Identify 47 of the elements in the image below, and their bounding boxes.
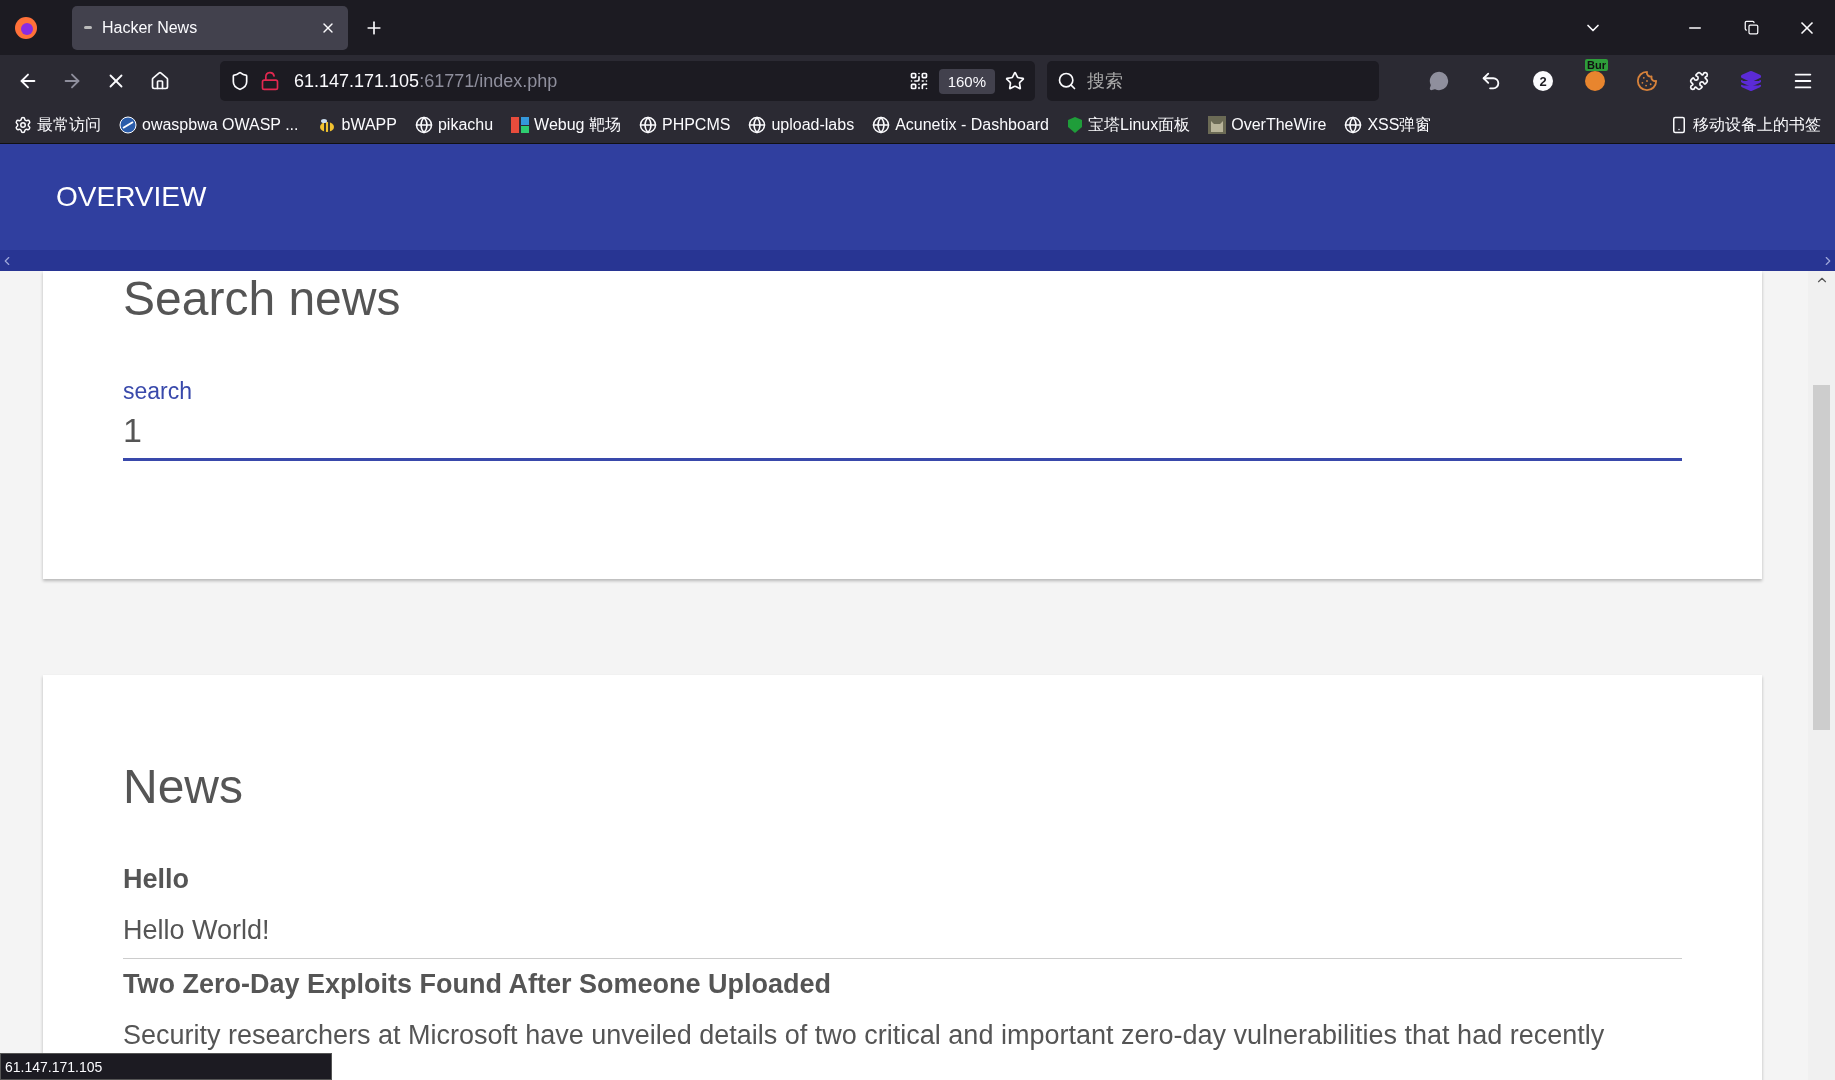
browser-tab[interactable]: Hacker News [72,5,348,50]
qr-code-icon[interactable] [908,71,929,91]
card-title: Search news [123,271,402,326]
status-bar: 61.147.171.105 [0,1053,332,1080]
globe-icon [872,116,891,134]
globe-icon [638,116,657,134]
mobile-bookmarks[interactable]: 移动设备上的书签 [1670,114,1821,136]
bookmark[interactable]: PHPCMS [638,116,731,134]
circle-logo-icon [119,116,137,134]
header-title: OVERVIEW [56,181,207,213]
bookmark[interactable]: Webug 靶场 [511,114,621,136]
bookmark[interactable]: bWAPP [316,116,397,134]
card-title: News [123,759,245,814]
bookmark[interactable]: pikachu [414,116,494,134]
globe-icon [748,116,767,134]
search-input[interactable]: 搜索 [1085,69,1339,93]
bookmark[interactable]: 宝塔Linux面板 [1067,114,1191,136]
news-title: Two Zero-Day Exploits Found After Someone Uploaded [123,969,833,1000]
extension-icon[interactable] [1585,71,1605,91]
globe-icon [1344,116,1363,134]
search-bar[interactable]: 搜索 [1047,61,1379,101]
gear-icon [14,116,32,134]
bookmark[interactable]: owaspbwa OWASP ... [119,116,299,134]
field-label: search [123,378,194,405]
shield-icon [1067,116,1083,134]
news-text: Security researchers at Microsoft have unveiled details of two critical and important zero-day vulnerabilities that had recently [123,1020,1606,1051]
bars-logo-icon [511,116,530,134]
counter-badge[interactable]: 2 [1533,71,1553,91]
search-icon[interactable] [1057,71,1077,91]
unlocked-icon[interactable] [260,71,280,91]
zoom-button[interactable]: 160% [938,68,995,94]
browser-logo-icon[interactable] [14,15,38,40]
news-title: Hello [123,864,190,895]
scrollbar[interactable] [1808,271,1835,1080]
bookmark[interactable]: Acunetix - Dashboard [872,116,1049,134]
globe-icon [414,116,433,134]
bookmark[interactable]: 最常访问 [14,114,101,136]
bookmark[interactable]: XSS弹窗 [1344,114,1432,136]
address-bar[interactable]: 61.147.171.105:61771/index.php 160% [220,61,1035,101]
phone-icon[interactable] [1670,116,1688,134]
star-icon[interactable] [1005,71,1025,91]
extension-label: Bur [1585,59,1608,71]
shield-icon[interactable] [230,71,250,91]
search-input[interactable]: 1 [123,405,1682,461]
news-text: Hello World! [123,915,271,946]
bookmark[interactable]: OverTheWire [1208,116,1327,134]
bookmark[interactable]: upload-labs [748,116,855,134]
